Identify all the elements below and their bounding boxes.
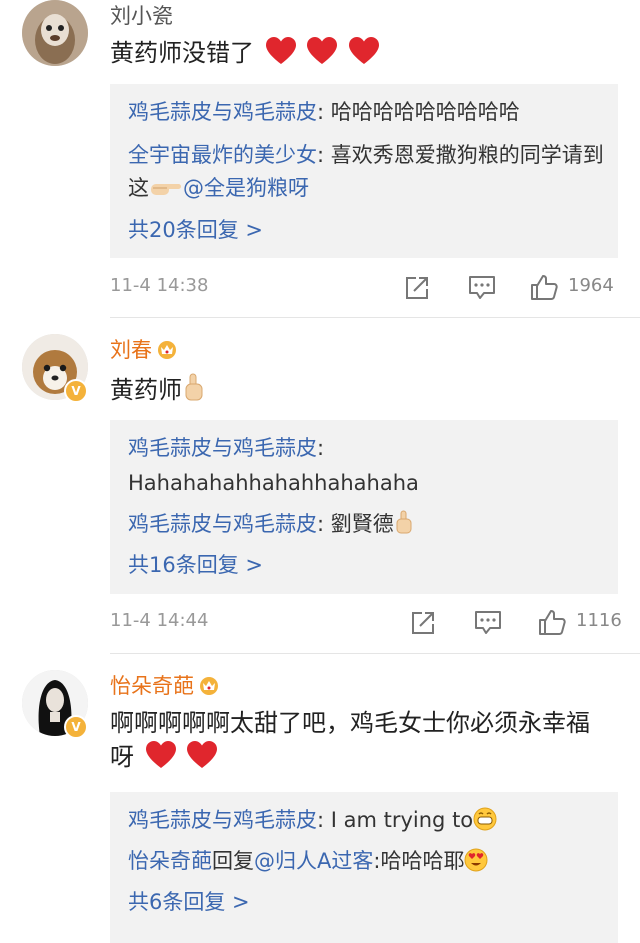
share-icon — [412, 612, 434, 634]
reply-box[interactable]: 鸡毛蒜皮与鸡毛蒜皮: I am trying to 怡朵奇葩回复@归人A过客:哈… — [110, 792, 618, 943]
reply-box[interactable]: 鸡毛蒜皮与鸡毛蒜皮: 哈哈哈哈哈哈哈哈哈 全宇宙最炸的美少女: 喜欢秀恩爱撒狗粮… — [110, 84, 618, 258]
reply-line: Hahahahahhahahhahahaha — [128, 471, 419, 495]
share-icon — [406, 277, 428, 299]
comment-icon — [475, 611, 501, 634]
heart-icon — [145, 741, 176, 768]
reply-line: 鸡毛蒜皮与鸡毛蒜皮: 哈哈哈哈哈哈哈哈哈 — [128, 100, 520, 124]
comment-meta: 11-4 14:38 1964 — [110, 271, 620, 305]
reply-line: 鸡毛蒜皮与鸡毛蒜皮: 劉賢德 — [128, 508, 604, 541]
mention-link[interactable]: @全是狗粮呀 — [183, 176, 309, 200]
heart-icon — [307, 37, 338, 64]
verified-badge: V — [64, 715, 88, 739]
view-more-replies[interactable]: 共16条回复 > — [128, 549, 604, 582]
thumbs-up-icon — [539, 610, 566, 635]
like-button[interactable]: 1116 — [538, 606, 630, 640]
reply-line: 全宇宙最炸的美少女: 喜欢秀恩爱撒狗粮的同学请到这 @全是狗粮呀 — [128, 143, 604, 200]
heart-eyes-face-icon — [464, 848, 488, 872]
reply-author[interactable]: 全宇宙最炸的美少女 — [128, 143, 317, 167]
comment-text: 黄药师没错了 — [110, 36, 620, 70]
username[interactable]: 怡朵奇葩 — [110, 672, 220, 700]
comment-icon — [469, 276, 495, 299]
divider — [110, 653, 640, 654]
username[interactable]: 刘小瓷 — [110, 2, 173, 30]
view-more-replies[interactable]: 共6条回复 > — [128, 886, 604, 919]
share-button[interactable] — [410, 606, 436, 640]
mention-link[interactable]: @归人A过客 — [254, 849, 373, 873]
heart-icon — [265, 37, 296, 64]
like-button[interactable]: 1964 — [530, 271, 630, 305]
comment-2: V 刘春 黄药师 鸡毛蒜皮与鸡毛蒜皮: Hahahahahhahahhahaha… — [0, 334, 640, 654]
reply-line: 鸡毛蒜皮与鸡毛蒜皮: I am trying to — [128, 804, 604, 837]
heart-icon — [187, 741, 218, 768]
reply-line: 怡朵奇葩回复@归人A过客:哈哈哈耶 — [128, 845, 604, 878]
comment-text: 啊啊啊啊啊太甜了吧，鸡毛女士你必须永幸福呀 — [110, 709, 590, 771]
comment-1: 刘小瓷 黄药师没错了 鸡毛蒜皮与鸡毛蒜皮: 哈哈哈哈哈哈哈哈哈 全宇宙最炸的美少… — [0, 0, 640, 318]
thumbs-up-emoji — [396, 510, 412, 534]
vip-crown-icon — [200, 677, 218, 695]
reply-author[interactable]: 鸡毛蒜皮与鸡毛蒜皮 — [128, 808, 317, 832]
comment-button[interactable] — [474, 606, 502, 640]
like-count: 1116 — [576, 610, 622, 631]
thumbs-up-emoji — [185, 373, 203, 401]
comment-meta: 11-4 14:44 1116 — [110, 606, 622, 640]
timestamp: 11-4 14:44 — [110, 610, 209, 631]
avatar[interactable] — [22, 0, 88, 66]
view-more-replies[interactable]: 共20条回复 > — [128, 214, 604, 247]
like-count: 1964 — [568, 275, 614, 296]
thumbs-up-icon — [531, 275, 558, 300]
vip-crown-icon — [158, 341, 176, 359]
grinning-face-icon — [473, 807, 497, 831]
reply-author[interactable]: 鸡毛蒜皮与鸡毛蒜皮 — [128, 100, 317, 124]
divider — [110, 317, 640, 318]
reply-author[interactable]: 鸡毛蒜皮与鸡毛蒜皮 — [128, 436, 317, 460]
comment-3: V 怡朵奇葩 啊啊啊啊啊太甜了吧，鸡毛女士你必须永幸福呀 鸡毛蒜皮与鸡毛蒜皮: … — [0, 670, 640, 943]
username[interactable]: 刘春 — [110, 336, 178, 364]
share-button[interactable] — [404, 271, 430, 305]
verified-badge: V — [64, 379, 88, 403]
timestamp: 11-4 14:38 — [110, 275, 209, 296]
reply-line: 鸡毛蒜皮与鸡毛蒜皮: — [128, 436, 325, 460]
comment-button[interactable] — [468, 271, 496, 305]
reply-author[interactable]: 鸡毛蒜皮与鸡毛蒜皮 — [128, 512, 317, 536]
comment-text: 黄药师 — [110, 372, 620, 407]
reply-box[interactable]: 鸡毛蒜皮与鸡毛蒜皮: Hahahahahhahahhahahaha 鸡毛蒜皮与鸡… — [110, 420, 618, 594]
pointing-hand-icon — [151, 184, 181, 195]
reply-author[interactable]: 怡朵奇葩 — [128, 849, 212, 873]
heart-icon — [348, 37, 379, 64]
